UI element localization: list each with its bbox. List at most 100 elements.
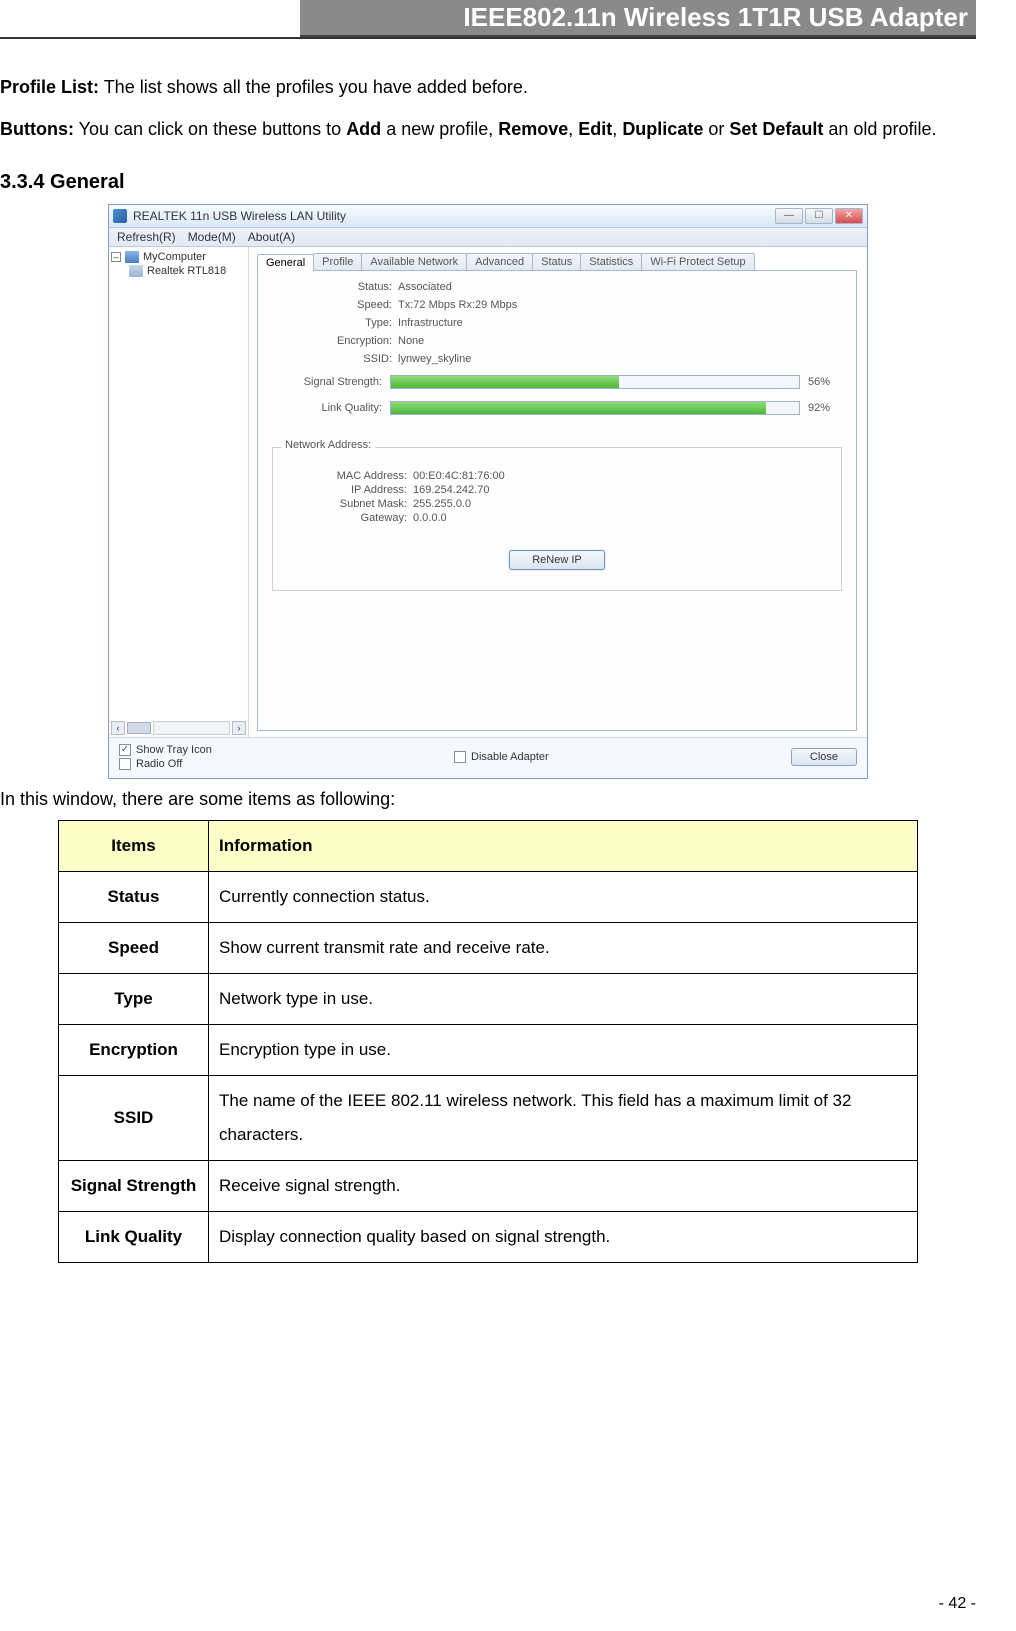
table-row: Encryption Encryption type in use. [59,1025,918,1076]
table-row: SSID The name of the IEEE 802.11 wireles… [59,1076,918,1161]
bottom-bar: ✓ Show Tray Icon Radio Off Disable Adapt… [109,737,867,778]
app-icon [113,209,127,223]
item-ssid: SSID [59,1076,209,1161]
close-window-button[interactable]: ✕ [835,208,863,224]
sep1: , [568,119,578,139]
tab-general[interactable]: General [257,254,314,271]
encryption-label: Encryption: [272,335,392,347]
radio-off-label: Radio Off [136,758,182,770]
computer-icon [125,251,139,263]
tree-hscrollbar[interactable]: ‹ › [111,721,246,735]
subnet-label: Subnet Mask: [287,498,407,510]
link-quality-label: Link Quality: [272,402,382,414]
tree-collapse-icon[interactable]: – [111,252,121,262]
table-row: Type Network type in use. [59,974,918,1025]
buttons-mid1: a new profile, [381,119,498,139]
encryption-value: None [398,335,424,347]
type-value: Infrastructure [398,317,463,329]
tab-profile[interactable]: Profile [313,253,362,270]
buttons-end: an old profile. [823,119,936,139]
speed-value: Tx:72 Mbps Rx:29 Mbps [398,299,517,311]
info-ssid: The name of the IEEE 802.11 wireless net… [209,1076,918,1161]
signal-strength-pct: 56% [808,376,842,388]
window-titlebar: REALTEK 11n USB Wireless LAN Utility — ☐… [109,205,867,228]
tab-available-network[interactable]: Available Network [361,253,467,270]
buttons-mid2: or [703,119,729,139]
scroll-left-icon[interactable]: ‹ [111,721,125,735]
page-header: IEEE802.11n Wireless 1T1R USB Adapter [300,0,976,37]
scroll-thumb[interactable] [127,722,151,734]
buttons-add: Add [346,119,381,139]
subnet-value: 255.255.0.0 [413,498,471,510]
item-speed: Speed [59,923,209,974]
app-window: REALTEK 11n USB Wireless LAN Utility — ☐… [108,204,868,779]
ssid-value: lynwey_skyline [398,353,471,365]
below-text: In this window, there are some items as … [0,789,976,810]
maximize-button[interactable]: ☐ [805,208,833,224]
radio-off-checkbox[interactable]: Radio Off [119,758,212,770]
table-row: Signal Strength Receive signal strength. [59,1161,918,1212]
header-rule [0,37,976,39]
device-tree-pane: – MyComputer Realtek RTL818 ‹ › [109,247,249,737]
table-head-info: Information [209,821,918,872]
status-value: Associated [398,281,452,293]
buttons-label: Buttons: [0,119,74,139]
adapter-icon [129,265,143,277]
buttons-paragraph: Buttons: You can click on these buttons … [0,111,976,147]
section-heading-general: 3.3.4 General [0,171,976,194]
mac-label: MAC Address: [287,470,407,482]
tab-advanced[interactable]: Advanced [466,253,533,270]
tab-wps[interactable]: Wi-Fi Protect Setup [641,253,754,270]
info-signal-strength: Receive signal strength. [209,1161,918,1212]
general-tab-content: Status: Associated Speed: Tx:72 Mbps Rx:… [257,271,857,731]
scroll-right-icon[interactable]: › [232,721,246,735]
item-signal-strength: Signal Strength [59,1161,209,1212]
items-info-table: Items Information Status Currently conne… [58,820,918,1263]
buttons-pre: You can click on these buttons to [74,119,346,139]
window-controls: — ☐ ✕ [775,208,863,224]
ssid-label: SSID: [272,353,392,365]
tab-strip: General Profile Available Network Advanc… [257,253,857,271]
menu-refresh[interactable]: Refresh(R) [117,230,176,244]
tree-root[interactable]: – MyComputer [111,251,246,263]
close-button[interactable]: Close [791,748,857,766]
info-speed: Show current transmit rate and receive r… [209,923,918,974]
tree-root-label: MyComputer [143,251,206,263]
network-address-group: Network Address: MAC Address: 00:E0:4C:8… [272,447,842,591]
info-type: Network type in use. [209,974,918,1025]
buttons-edit: Edit [578,119,612,139]
gateway-label: Gateway: [287,512,407,524]
tree-adapter[interactable]: Realtek RTL818 [129,265,246,277]
tab-status[interactable]: Status [532,253,581,270]
mac-value: 00:E0:4C:81:76:00 [413,470,505,482]
speed-label: Speed: [272,299,392,311]
renew-ip-button[interactable]: ReNew IP [509,550,605,570]
tree-adapter-label: Realtek RTL818 [147,265,226,277]
signal-strength-bar [390,375,800,389]
info-link-quality: Display connection quality based on sign… [209,1212,918,1263]
type-label: Type: [272,317,392,329]
item-status: Status [59,872,209,923]
sep2: , [612,119,622,139]
tab-statistics[interactable]: Statistics [580,253,642,270]
menu-about[interactable]: About(A) [248,230,295,244]
checkbox-checked-icon: ✓ [119,744,131,756]
scroll-track[interactable] [153,721,230,735]
signal-strength-fill [391,376,619,388]
info-status: Currently connection status. [209,872,918,923]
window-title: REALTEK 11n USB Wireless LAN Utility [133,209,346,223]
profile-list-text: The list shows all the profiles you have… [99,77,528,97]
status-label: Status: [272,281,392,293]
table-row: Status Currently connection status. [59,872,918,923]
table-row: Link Quality Display connection quality … [59,1212,918,1263]
page-number: - 42 - [939,1595,976,1613]
checkbox-unchecked-icon [119,758,131,770]
show-tray-checkbox[interactable]: ✓ Show Tray Icon [119,744,212,756]
table-row: Speed Show current transmit rate and rec… [59,923,918,974]
menu-mode[interactable]: Mode(M) [188,230,236,244]
item-link-quality: Link Quality [59,1212,209,1263]
disable-adapter-label: Disable Adapter [471,751,549,763]
minimize-button[interactable]: — [775,208,803,224]
ip-value: 169.254.242.70 [413,484,489,496]
disable-adapter-checkbox[interactable]: Disable Adapter [454,751,549,763]
